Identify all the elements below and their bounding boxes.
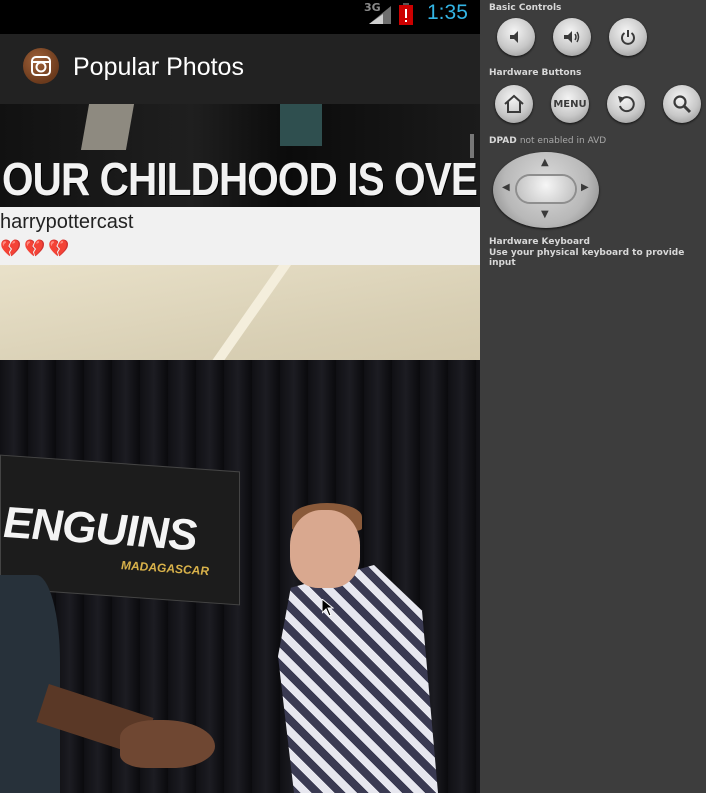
broken-heart-likes: 💔💔💔 <box>0 239 73 259</box>
person-hand <box>120 720 215 768</box>
power-button[interactable] <box>609 18 647 56</box>
power-icon <box>621 30 635 45</box>
dpad-center-button[interactable] <box>517 176 575 202</box>
dpad-up-arrow-icon[interactable]: ▲ <box>541 157 549 168</box>
username[interactable]: harrypottercast <box>0 211 133 234</box>
hardware-keyboard-title: Hardware Keyboard <box>489 237 590 247</box>
dpad-left-arrow-icon[interactable]: ◀ <box>502 182 510 193</box>
photo-caption-text: OUR CHILDHOOD IS OVE <box>2 153 478 205</box>
home-icon <box>504 94 524 113</box>
hardware-buttons-title: Hardware Buttons <box>489 68 582 78</box>
photo-meta: harrypottercast 💔💔💔 <box>0 207 480 266</box>
hardware-keyboard-note: Use your physical keyboard to provide in… <box>489 248 685 268</box>
dpad-down-arrow-icon[interactable]: ▼ <box>541 209 549 220</box>
volume-down-button[interactable] <box>497 18 535 56</box>
camera-glyph-icon <box>31 56 51 76</box>
scrollbar[interactable] <box>470 134 474 158</box>
battery-alert-icon <box>399 3 413 25</box>
photo-detail <box>80 104 135 150</box>
dpad-status: DPAD not enabled in AVD <box>489 136 606 146</box>
instagram-camera-icon[interactable] <box>23 48 59 84</box>
mouse-cursor-icon <box>322 599 334 617</box>
volume-up-icon <box>564 31 580 43</box>
photo-detail <box>280 104 322 146</box>
back-icon <box>618 96 635 113</box>
dpad[interactable]: ▲ ▼ ◀ ▶ <box>493 152 599 228</box>
back-button[interactable] <box>607 85 645 123</box>
status-bar: 3G 1:35 <box>0 0 480 28</box>
banner-title: ENGUINS <box>3 497 197 561</box>
volume-down-icon <box>510 31 518 43</box>
search-icon <box>673 95 692 114</box>
dpad-label: DPAD <box>489 136 517 146</box>
clock: 1:35 <box>427 1 468 24</box>
signal-icon <box>369 6 391 24</box>
app-title: Popular Photos <box>73 53 244 81</box>
basic-controls-title: Basic Controls <box>489 3 562 13</box>
volume-up-button[interactable] <box>553 18 591 56</box>
boy-face <box>290 510 360 588</box>
android-emulator-screen: 3G 1:35 Popular Photos OUR CHILDHOOD IS … <box>0 0 480 793</box>
feed-photo[interactable]: ENGUINS MADAGASCAR <box>0 265 480 793</box>
action-bar: Popular Photos <box>0 34 480 104</box>
menu-button[interactable]: MENU <box>551 85 589 123</box>
dpad-right-arrow-icon[interactable]: ▶ <box>581 182 589 193</box>
home-button[interactable] <box>495 85 533 123</box>
feed-photo[interactable]: OUR CHILDHOOD IS OVE <box>0 104 480 207</box>
emulator-controls-panel: Basic Controls Hardware Buttons MENU DPA… <box>480 0 706 793</box>
dpad-note: not enabled in AVD <box>519 136 607 146</box>
menu-button-label: MENU <box>553 98 587 110</box>
search-button[interactable] <box>663 85 701 123</box>
